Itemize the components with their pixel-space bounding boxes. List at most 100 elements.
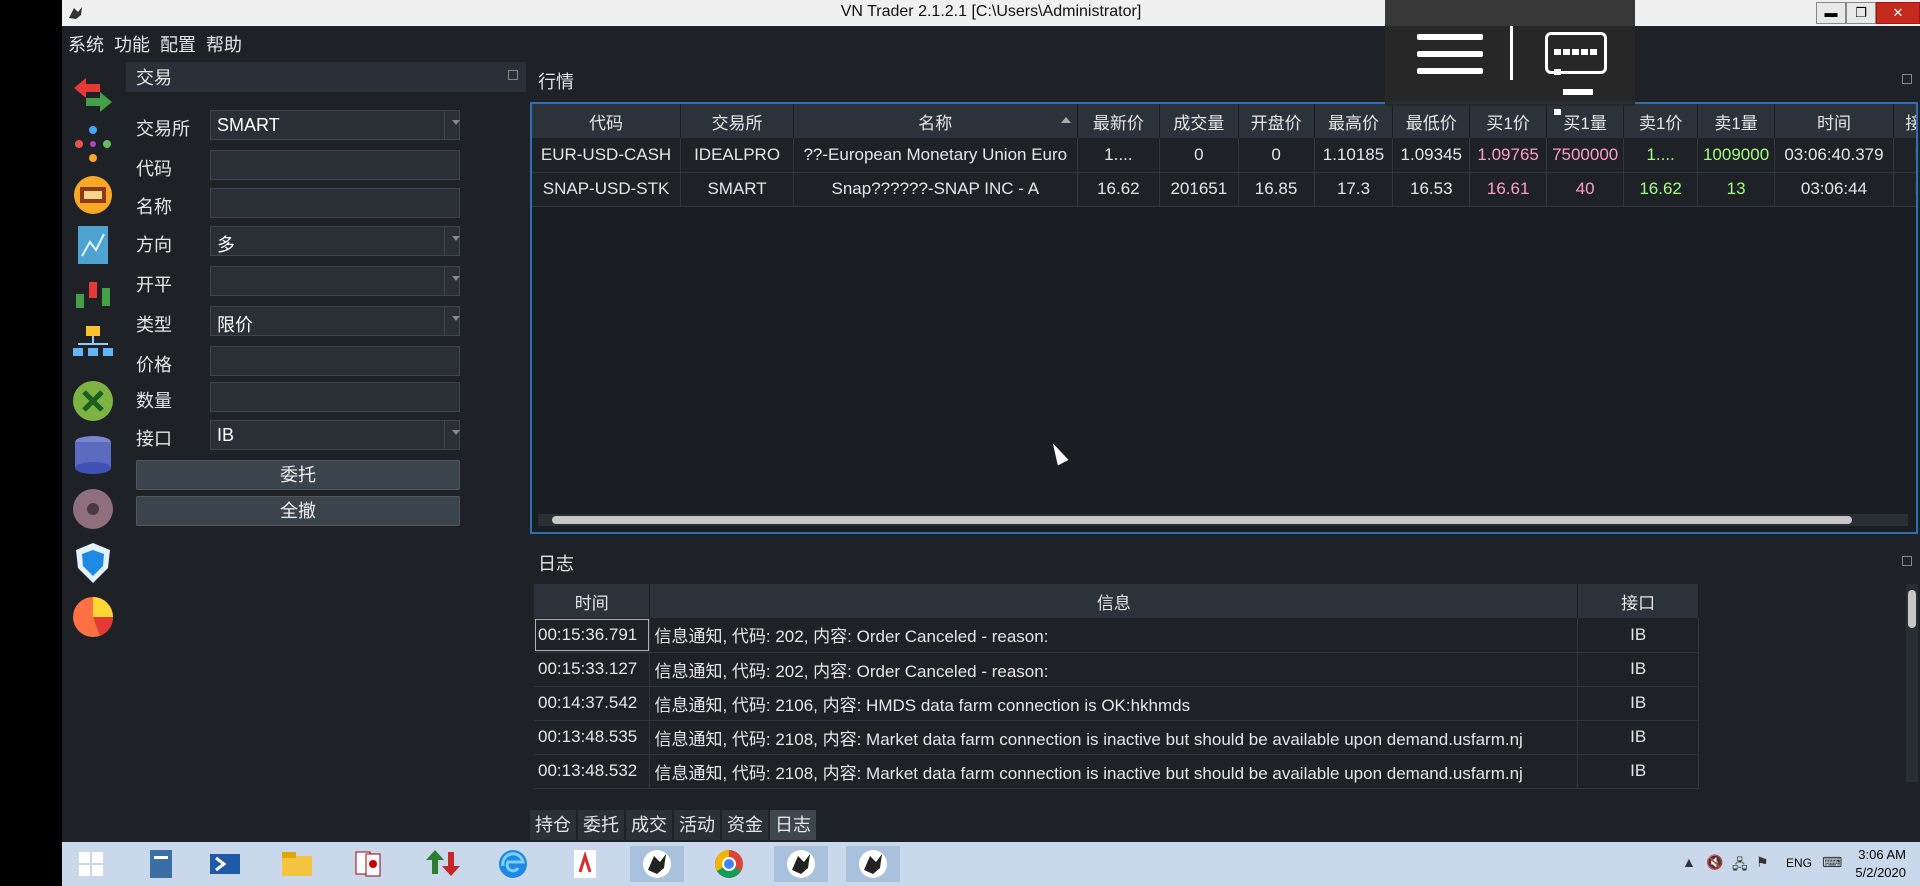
powershell-icon[interactable]: [198, 846, 252, 882]
table-row[interactable]: EUR-USD-CASH IDEALPRO ??-European Moneta…: [532, 138, 1916, 173]
vn-trader-window-taskbar-icon[interactable]: [846, 846, 900, 882]
network-dots-icon[interactable]: [70, 122, 116, 168]
column-header[interactable]: 交易所: [680, 104, 795, 138]
offset-row: 开平: [136, 266, 522, 298]
vn-station-taskbar-icon[interactable]: [774, 846, 828, 882]
send-order-button[interactable]: 委托: [136, 460, 460, 490]
scrollbar-thumb[interactable]: [552, 516, 1852, 524]
table-row[interactable]: SNAP-USD-STK SMART Snap??????-SNAP INC -…: [532, 172, 1916, 207]
order-type-select[interactable]: 限价: [210, 306, 460, 336]
server-manager-icon[interactable]: [134, 846, 188, 882]
sort-ascending-icon: [1060, 117, 1071, 123]
price-input[interactable]: [210, 346, 460, 376]
column-header[interactable]: 最低价: [1392, 104, 1471, 138]
chart-book-icon[interactable]: [70, 222, 116, 268]
gateway-select[interactable]: IB: [210, 420, 460, 450]
vn-trader-taskbar-icon[interactable]: [630, 846, 684, 882]
log-row[interactable]: 00:14:37.542 信息通知, 代码: 2106, 内容: HMDS da…: [534, 686, 1699, 721]
column-header[interactable]: 成交量: [1159, 104, 1239, 138]
file-explorer-icon[interactable]: [270, 846, 324, 882]
solitaire-cards-icon[interactable]: [342, 846, 396, 882]
database-icon[interactable]: [70, 432, 116, 478]
edge-browser-icon[interactable]: [486, 846, 540, 882]
system-clock[interactable]: 3:06 AM 5/2/2020: [1855, 846, 1906, 882]
close-button[interactable]: ✕: [1876, 2, 1920, 24]
shield-icon[interactable]: [70, 540, 116, 586]
server-network-icon[interactable]: [70, 322, 116, 368]
chevron-down-icon[interactable]: [452, 430, 460, 435]
log-time: 00:15:36.791: [534, 618, 651, 653]
tab-accounts[interactable]: 资金: [722, 810, 768, 840]
disk-icon[interactable]: [70, 486, 116, 532]
volume-muted-icon[interactable]: 🔇: [1706, 854, 1724, 872]
symbol-input[interactable]: [210, 150, 460, 180]
touch-keyboard-icon[interactable]: ⌨: [1822, 854, 1842, 872]
log-row[interactable]: 00:15:33.127 信息通知, 代码: 202, 内容: Order Ca…: [534, 652, 1699, 687]
tab-active[interactable]: 活动: [674, 810, 720, 840]
volume-input[interactable]: [210, 382, 460, 412]
trade-panel: 交易 交易所 SMART 代码 名称 方向 多 开平 类型 限价 价格 数量 接…: [126, 62, 526, 842]
chevron-down-icon[interactable]: [452, 236, 460, 241]
pdf-reader-icon[interactable]: [558, 846, 612, 882]
minimize-button[interactable]: ▬: [1816, 2, 1846, 24]
excel-x-icon[interactable]: [70, 378, 116, 424]
chrome-icon[interactable]: [702, 846, 756, 882]
dock-float-icon[interactable]: [1902, 556, 1912, 566]
cancel-all-button[interactable]: 全撤: [136, 496, 460, 526]
name-input[interactable]: [210, 188, 460, 218]
column-header[interactable]: 时间: [1774, 104, 1894, 138]
log-table[interactable]: 时间 信息 接口 00:15:36.791 信息通知, 代码: 202, 内容:…: [534, 584, 1902, 806]
tab-log[interactable]: 日志: [770, 810, 816, 840]
cta-arrows-icon[interactable]: [70, 72, 116, 118]
menu-function[interactable]: 功能: [114, 31, 150, 57]
chevron-down-icon[interactable]: [452, 120, 460, 125]
hamburger-menu-icon[interactable]: [1417, 34, 1483, 74]
log-row[interactable]: 00:15:36.791 信息通知, 代码: 202, 内容: Order Ca…: [534, 618, 1699, 653]
action-center-icon[interactable]: ⚑: [1756, 854, 1774, 872]
menu-help[interactable]: 帮助: [206, 31, 242, 57]
column-header[interactable]: 信息: [649, 584, 1579, 618]
windows-start-icon[interactable]: [64, 846, 118, 882]
vertical-scrollbar[interactable]: [1906, 584, 1918, 782]
cell-ask-volume: 1009000: [1697, 138, 1776, 173]
column-header[interactable]: 买1价: [1469, 104, 1548, 138]
restore-button[interactable]: ❐: [1846, 2, 1876, 24]
market-table[interactable]: 代码 交易所 名称 最新价 成交量 开盘价 最高价 最低价 买1价 买1量 卖1…: [530, 102, 1918, 534]
column-header[interactable]: 最新价: [1077, 104, 1161, 138]
candlestick-icon[interactable]: [70, 272, 116, 318]
chevron-down-icon[interactable]: [452, 316, 460, 321]
offset-select[interactable]: [210, 266, 460, 296]
chip-icon[interactable]: [70, 172, 116, 218]
column-header[interactable]: 最高价: [1314, 104, 1394, 138]
direction-select[interactable]: 多: [210, 226, 460, 256]
log-message: 信息通知, 代码: 2108, 内容: Market data farm con…: [649, 754, 1579, 789]
dock-float-icon[interactable]: [1902, 74, 1912, 84]
column-header[interactable]: 接口: [1893, 104, 1916, 138]
scrollbar-thumb[interactable]: [1908, 590, 1916, 628]
column-header[interactable]: 卖1量: [1697, 104, 1776, 138]
column-header[interactable]: 接口: [1577, 584, 1699, 618]
column-header[interactable]: 卖1价: [1623, 104, 1698, 138]
log-row[interactable]: 00:13:48.532 信息通知, 代码: 2108, 内容: Market …: [534, 754, 1699, 789]
exchange-select[interactable]: SMART: [210, 110, 460, 140]
column-header[interactable]: 开盘价: [1238, 104, 1315, 138]
keyboard-icon[interactable]: [1545, 32, 1607, 115]
up-down-arrows-icon[interactable]: [414, 846, 468, 882]
menu-system[interactable]: 系统: [68, 31, 104, 57]
tab-positions[interactable]: 持仓: [530, 810, 576, 840]
pie-chart-icon[interactable]: [70, 594, 116, 640]
chevron-down-icon[interactable]: [452, 276, 460, 281]
tab-orders[interactable]: 委托: [578, 810, 624, 840]
menu-config[interactable]: 配置: [160, 31, 196, 57]
network-icon[interactable]: 🖧: [1732, 854, 1750, 872]
tab-trades[interactable]: 成交: [626, 810, 672, 840]
dock-float-icon[interactable]: [508, 70, 518, 80]
column-header[interactable]: 代码: [532, 104, 682, 138]
log-gateway: IB: [1577, 686, 1699, 721]
horizontal-scrollbar[interactable]: [538, 514, 1908, 526]
log-row[interactable]: 00:13:48.535 信息通知, 代码: 2108, 内容: Market …: [534, 720, 1699, 755]
tray-expand-icon[interactable]: ▲: [1682, 854, 1700, 872]
input-language[interactable]: ENG: [1786, 856, 1812, 870]
column-header-sorted[interactable]: 名称: [793, 104, 1078, 138]
column-header[interactable]: 时间: [534, 584, 651, 618]
